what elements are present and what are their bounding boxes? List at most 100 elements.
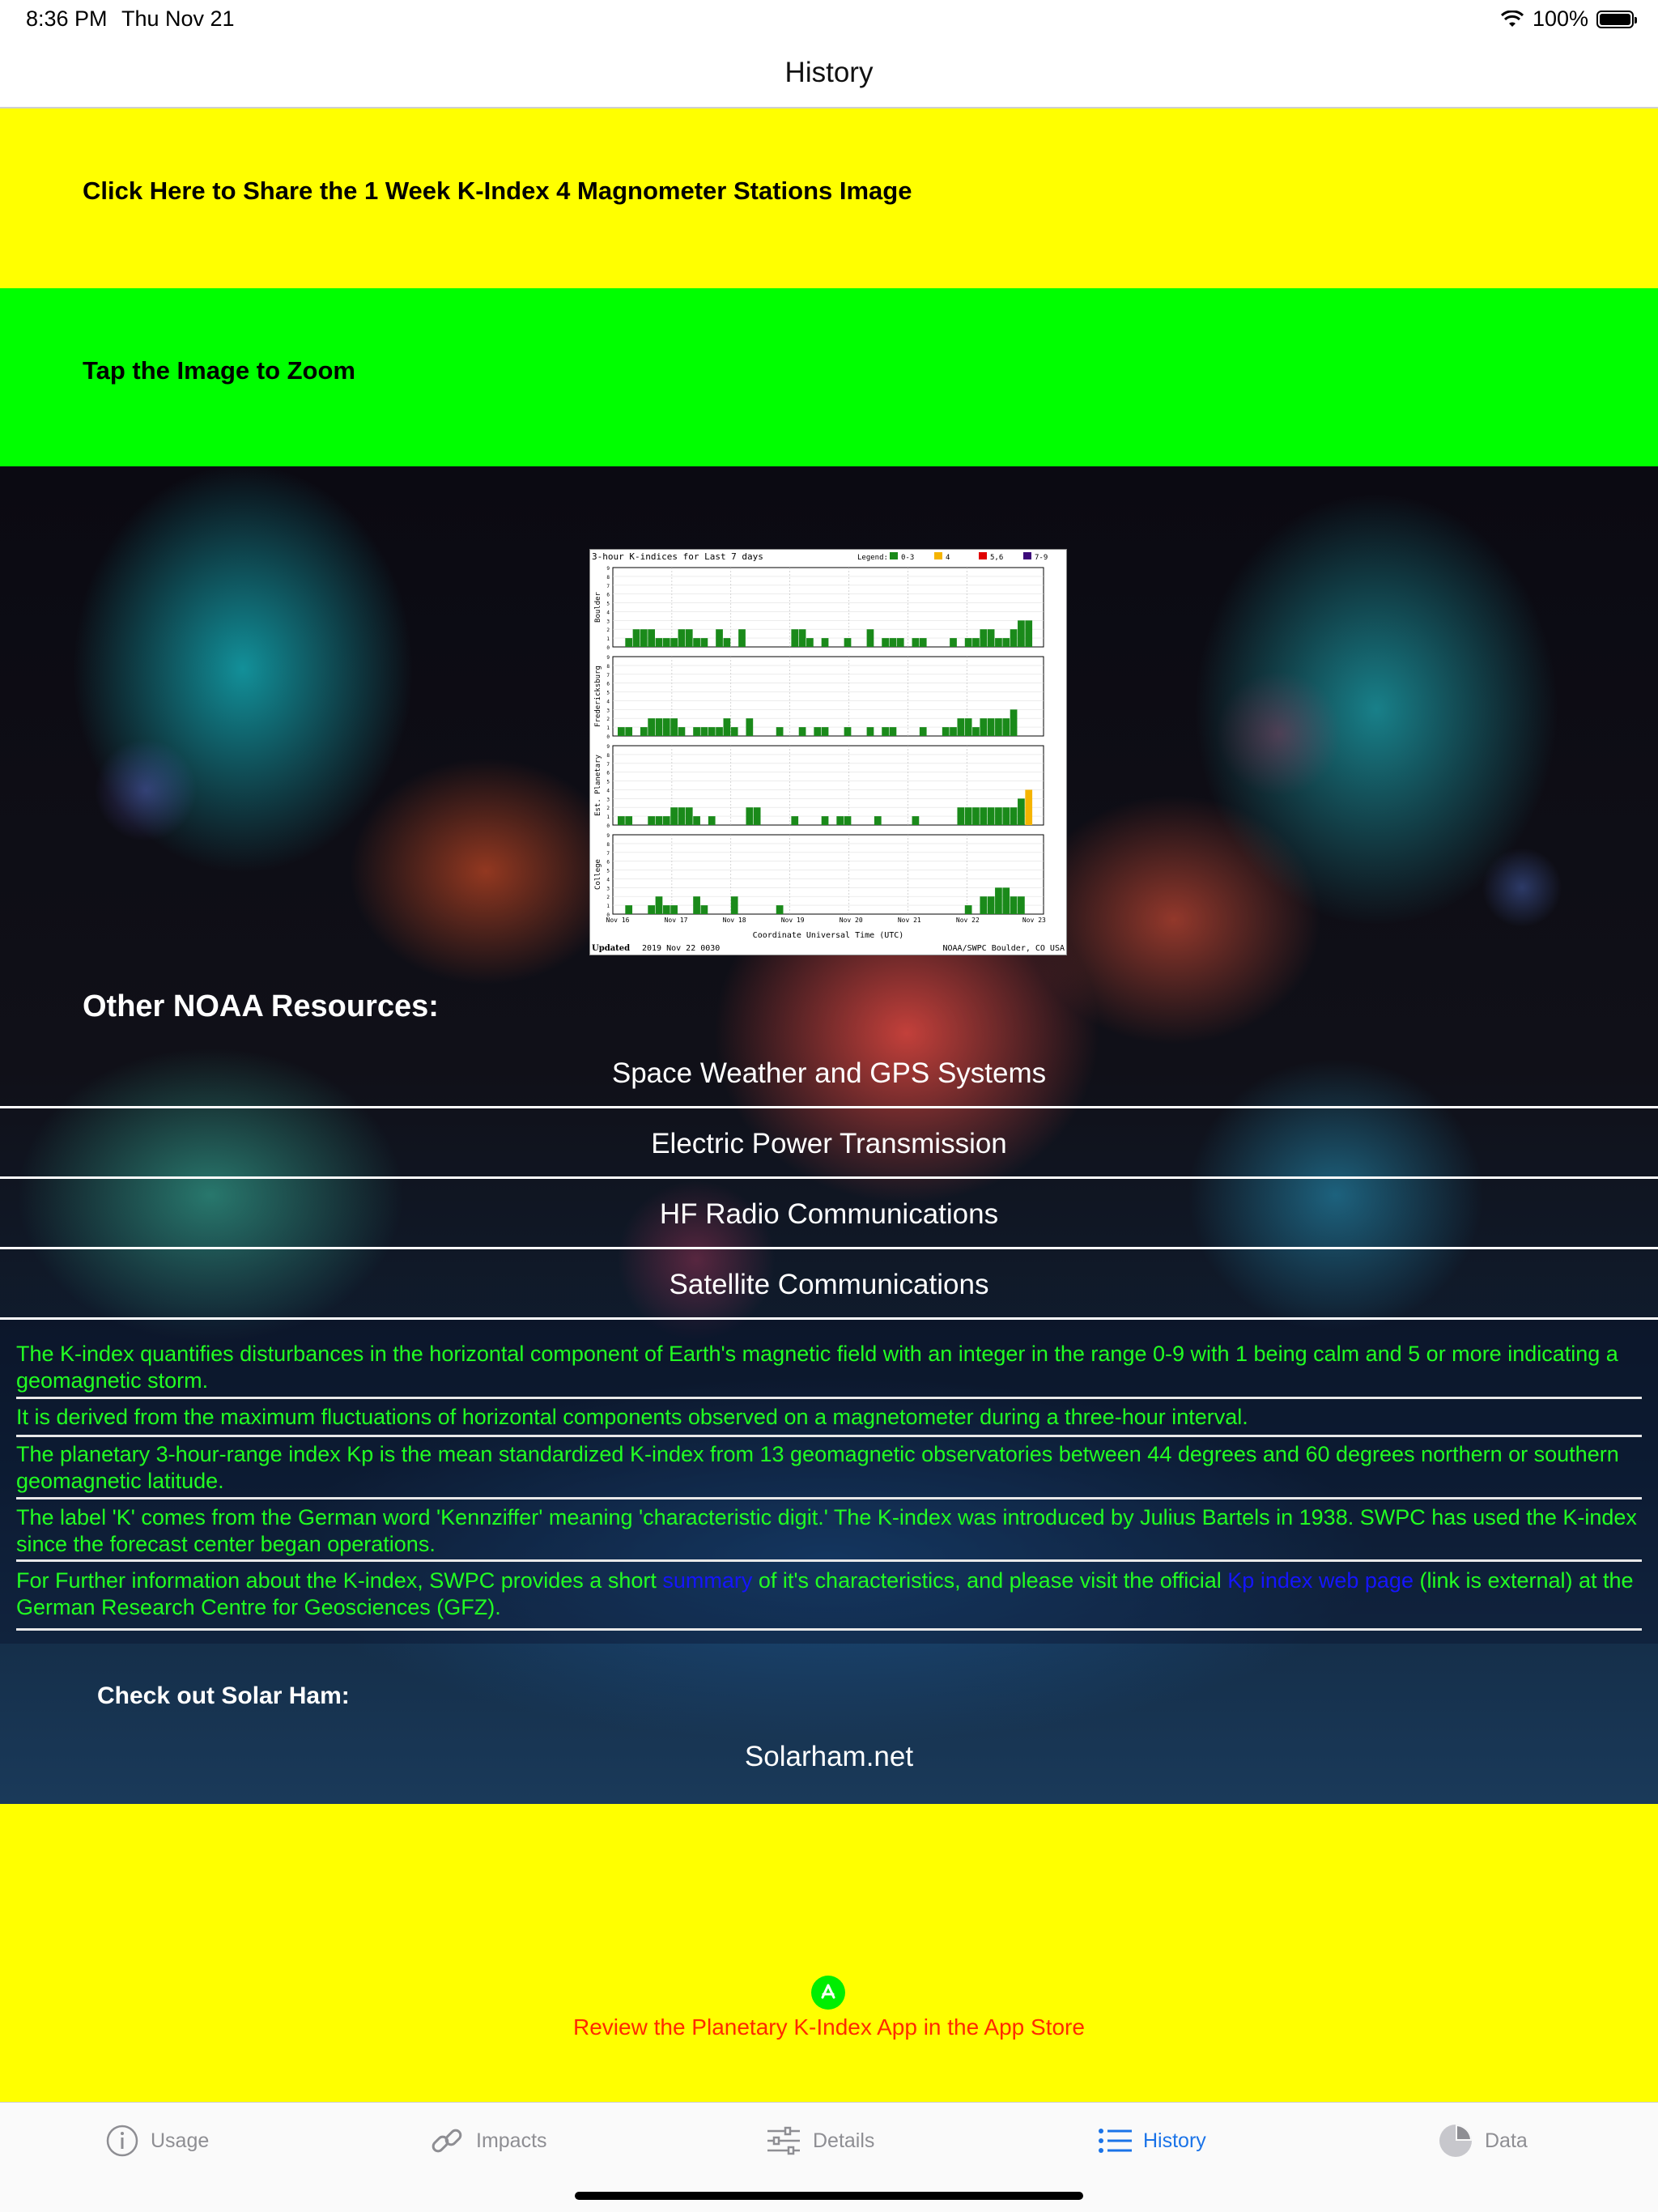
y-tick-label: 1 xyxy=(606,725,610,731)
solar-ham-heading: Check out Solar Ham: xyxy=(97,1682,350,1709)
tab-impacts[interactable]: Impacts xyxy=(429,2121,547,2161)
review-band xyxy=(0,1804,1658,2102)
kindex-chart-image[interactable]: 3-hour K-indices for Last 7 days Legend:… xyxy=(589,549,1067,955)
y-tick-label: 6 xyxy=(606,771,610,776)
tab-details[interactable]: Details xyxy=(766,2121,874,2161)
resource-link-hf-radio[interactable]: HF Radio Communications xyxy=(0,1180,1658,1249)
kp-index-web-page-link[interactable]: Kp index web page xyxy=(1227,1568,1414,1593)
updated-label: Updated xyxy=(592,944,630,953)
app-store-icon[interactable] xyxy=(811,1976,845,2010)
info-text: For Further information about the K-inde… xyxy=(16,1568,663,1593)
home-indicator xyxy=(575,2192,1083,2200)
y-tick-label: 6 xyxy=(606,593,610,598)
kindex-bar xyxy=(1010,629,1018,647)
kindex-bar xyxy=(821,816,829,825)
status-bar: 8:36 PM Thu Nov 21 100% xyxy=(0,0,1658,39)
x-tick-label: Nov 20 xyxy=(840,917,863,924)
station-panels: 0 1 2 3 4 5 6 7 8 9 Boulder 0 1 2 3 4 5 6 7 8 9 Fredericksbur… xyxy=(594,566,1044,918)
kindex-bar xyxy=(716,727,723,736)
kindex-bar xyxy=(1010,709,1018,736)
kindex-bar xyxy=(964,718,972,736)
x-tick-label: Nov 22 xyxy=(956,917,980,924)
divider xyxy=(0,1247,1658,1249)
kindex-bar xyxy=(723,638,731,647)
y-tick-label: 8 xyxy=(606,664,610,670)
kindex-bar xyxy=(814,727,822,736)
kindex-bar xyxy=(625,727,633,736)
sliders-icon xyxy=(767,2126,800,2155)
station-label: Est. Planetary xyxy=(594,754,602,815)
kindex-bar xyxy=(995,807,1002,825)
kindex-bar xyxy=(980,718,988,736)
resource-link-gps[interactable]: Space Weather and GPS Systems xyxy=(0,1040,1658,1108)
kindex-bar xyxy=(693,727,700,736)
kindex-bar xyxy=(1018,896,1025,914)
kindex-bar xyxy=(844,638,852,647)
y-tick-label: 1 xyxy=(606,904,610,909)
y-tick-label: 8 xyxy=(606,575,610,581)
kindex-bar xyxy=(964,807,972,825)
kindex-bar xyxy=(919,638,927,647)
kindex-bar xyxy=(882,727,889,736)
kindex-bar xyxy=(678,727,686,736)
y-tick-label: 2 xyxy=(606,895,610,900)
y-tick-label: 9 xyxy=(606,566,610,572)
info-icon xyxy=(106,2125,138,2157)
y-tick-label: 9 xyxy=(606,833,610,839)
kindex-bar xyxy=(655,816,663,825)
kindex-bar xyxy=(708,816,716,825)
kindex-bar xyxy=(640,629,648,647)
tab-usage[interactable]: Usage xyxy=(105,2121,209,2161)
solarham-link[interactable]: Solarham.net xyxy=(0,1741,1658,1773)
kindex-bar xyxy=(648,816,656,825)
y-tick-label: 8 xyxy=(606,753,610,759)
kindex-bar xyxy=(791,816,799,825)
kindex-bar xyxy=(738,629,746,647)
legend-entry: 7-9 xyxy=(1035,554,1048,562)
y-tick-label: 1 xyxy=(606,815,610,820)
kindex-bar xyxy=(708,727,716,736)
tab-data[interactable]: Data xyxy=(1438,2121,1528,2161)
kindex-info-panel: The K-index quantifies disturbances in t… xyxy=(0,1320,1658,1644)
kindex-bar xyxy=(776,727,784,736)
share-image-button[interactable]: Click Here to Share the 1 Week K-Index 4… xyxy=(0,108,1658,288)
status-date: Thu Nov 21 xyxy=(121,6,235,31)
share-image-label: Click Here to Share the 1 Week K-Index 4… xyxy=(83,177,912,205)
divider xyxy=(0,1176,1658,1179)
kindex-bar xyxy=(632,629,640,647)
divider xyxy=(16,1497,1642,1499)
legend-entry: 4 xyxy=(946,554,950,562)
kindex-bar xyxy=(655,638,663,647)
summary-link[interactable]: summary xyxy=(662,1568,752,1593)
kindex-bar xyxy=(964,638,972,647)
kindex-bar xyxy=(655,896,663,914)
kindex-bar xyxy=(648,905,656,914)
resource-link-power[interactable]: Electric Power Transmission xyxy=(0,1110,1658,1178)
link-icon xyxy=(432,2129,462,2153)
kindex-bar xyxy=(670,807,678,825)
kindex-bar xyxy=(1002,718,1010,736)
station-label: Fredericksburg xyxy=(594,666,602,727)
chart-source: NOAA/SWPC Boulder, CO USA xyxy=(942,944,1065,953)
y-tick-label: 3 xyxy=(606,886,610,891)
divider xyxy=(16,1559,1642,1562)
review-app-link[interactable]: Review the Planetary K-Index App in the … xyxy=(0,2014,1658,2040)
kindex-bar xyxy=(1025,789,1033,825)
kindex-bar xyxy=(1018,798,1025,825)
kindex-bar xyxy=(662,638,670,647)
kindex-bar xyxy=(791,629,799,647)
pie-chart-icon xyxy=(1439,2125,1472,2157)
tab-history[interactable]: History xyxy=(1098,2121,1206,2161)
resource-link-satellite[interactable]: Satellite Communications xyxy=(0,1251,1658,1319)
tab-label: History xyxy=(1143,2129,1206,2152)
kindex-bar xyxy=(821,727,829,736)
kindex-bar xyxy=(866,727,874,736)
tab-label: Usage xyxy=(151,2129,210,2152)
kindex-bar xyxy=(950,638,957,647)
x-tick-label: Nov 23 xyxy=(1022,917,1046,924)
station-label: Boulder xyxy=(594,591,602,623)
tab-label: Data xyxy=(1485,2129,1528,2152)
kindex-bar xyxy=(980,629,988,647)
info-paragraph: The K-index quantifies disturbances in t… xyxy=(16,1342,1618,1393)
kindex-bar xyxy=(730,727,738,736)
